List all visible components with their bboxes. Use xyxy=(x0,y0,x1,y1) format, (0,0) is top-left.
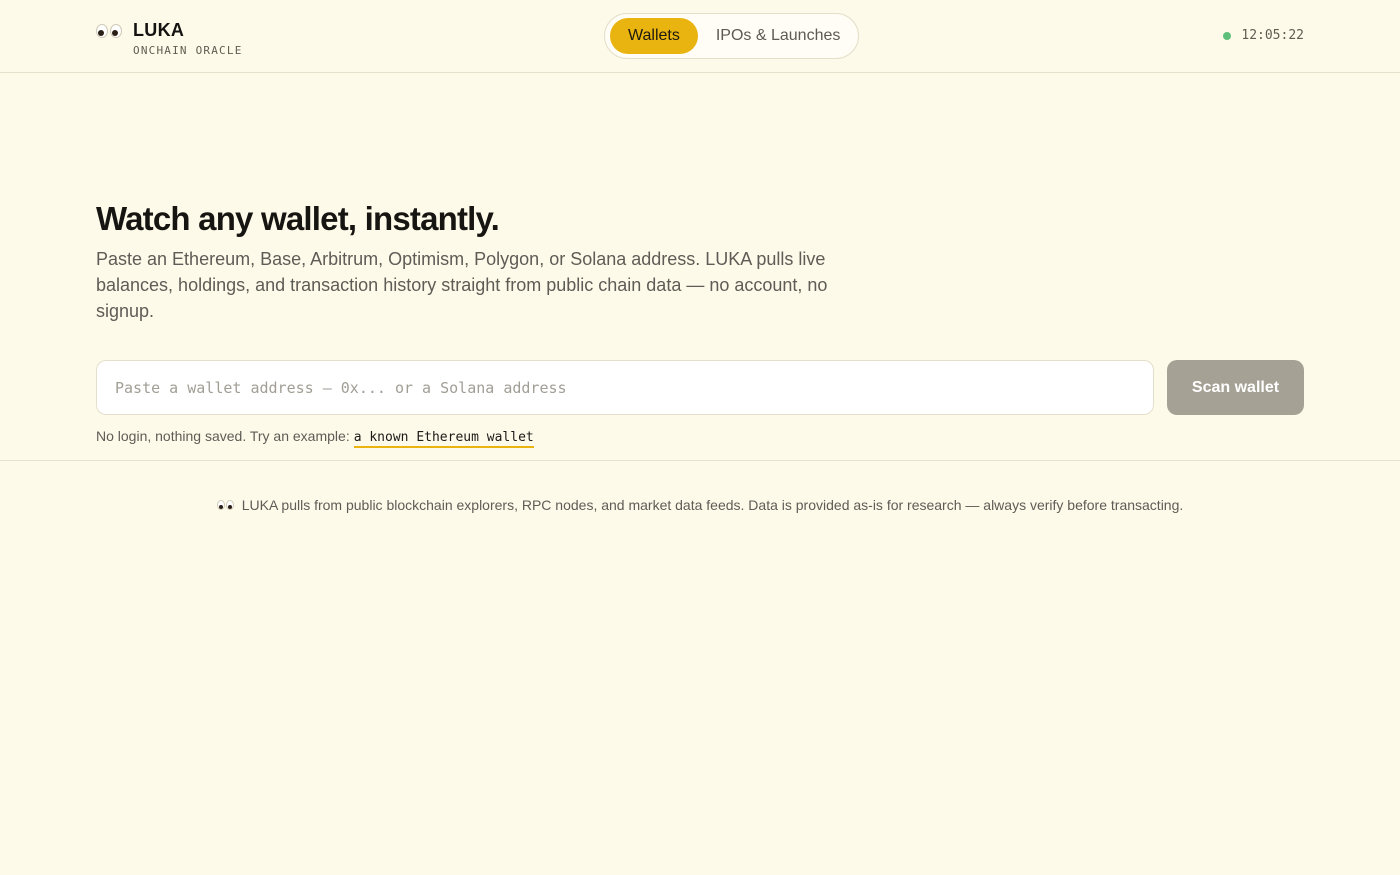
tab-wallets[interactable]: Wallets xyxy=(610,18,698,54)
clock: 12:05:22 xyxy=(1241,28,1304,43)
brand-name: LUKA xyxy=(133,20,185,40)
live-dot-icon xyxy=(1223,31,1232,40)
page-subtitle: Paste an Ethereum, Base, Arbitrum, Optim… xyxy=(96,249,828,321)
page-title: Watch any wallet, instantly. xyxy=(96,200,500,237)
eyes-icon xyxy=(216,500,234,510)
footer-disclaimer: LUKA pulls from public blockchain explor… xyxy=(0,497,1400,513)
left-eye xyxy=(96,24,108,38)
tab-ipos-launches[interactable]: IPOs & Launches xyxy=(698,18,859,54)
eyes-icon xyxy=(96,24,122,38)
wallet-address-input[interactable] xyxy=(96,360,1154,415)
right-eye xyxy=(225,500,234,510)
left-eye xyxy=(216,500,225,510)
example-wallet-link[interactable]: a known Ethereum wallet xyxy=(353,430,534,448)
footer: LUKA pulls from public blockchain explor… xyxy=(0,461,1400,551)
hint-text: No login, nothing saved. Try an example: xyxy=(96,428,350,444)
brand-tagline: ONCHAIN ORACLE xyxy=(133,44,243,57)
nav-switcher: Wallets IPOs & Launches xyxy=(604,13,859,59)
brand-text: LUKA ONCHAIN ORACLE xyxy=(133,19,243,57)
right-eye xyxy=(110,24,122,38)
scan-wallet-button[interactable]: Scan wallet xyxy=(1167,360,1304,415)
search-row: Scan wallet xyxy=(96,360,1304,415)
live-status: 12:05:22 xyxy=(1223,28,1304,43)
brand[interactable]: LUKA ONCHAIN ORACLE xyxy=(96,19,243,57)
top-bar: LUKA ONCHAIN ORACLE Wallets IPOs & Launc… xyxy=(0,0,1400,73)
hint-line: No login, nothing saved. Try an example:… xyxy=(96,428,534,448)
footer-text: LUKA pulls from public blockchain explor… xyxy=(241,497,1184,513)
main-content: Watch any wallet, instantly. Paste an Et… xyxy=(0,73,1400,461)
